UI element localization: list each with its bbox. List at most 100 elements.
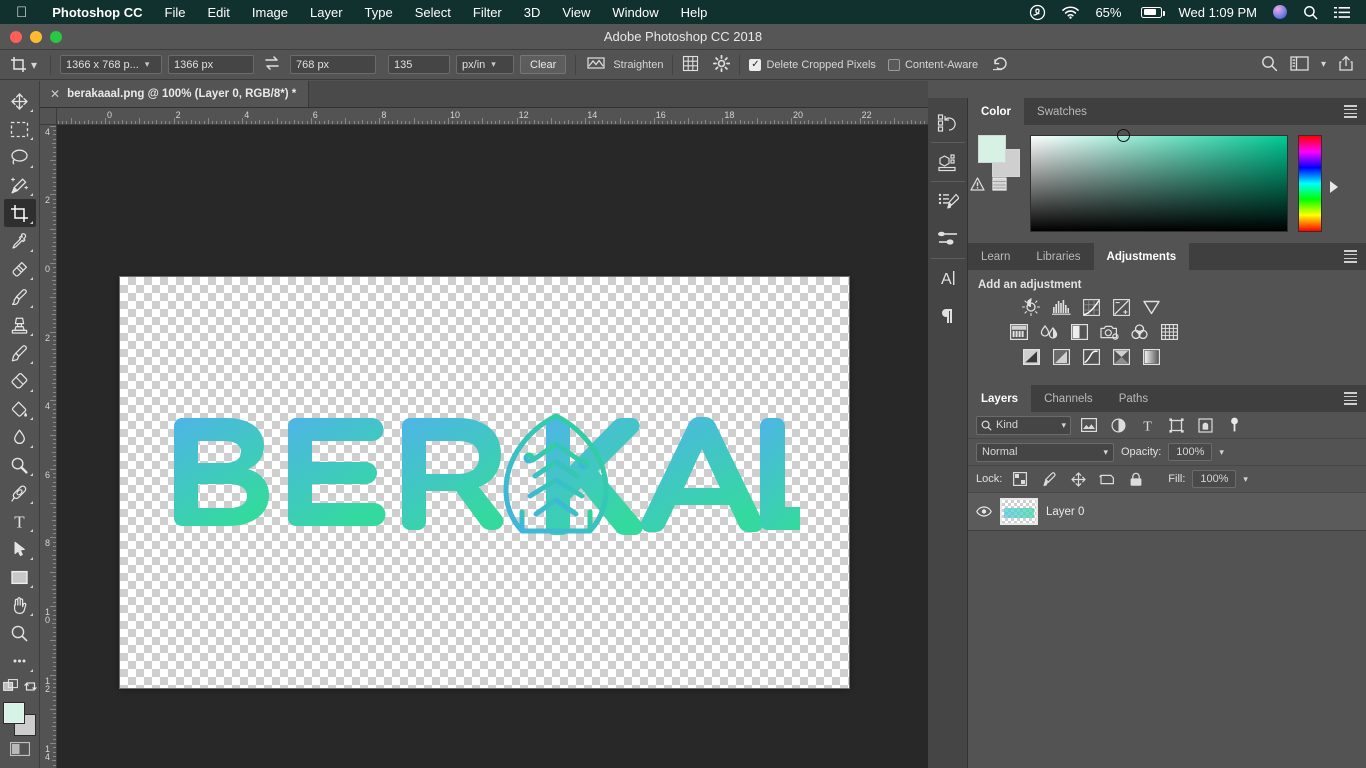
resolution-unit-select[interactable]: px/in ▾ [456,55,514,74]
clone-stamp-tool[interactable] [4,311,36,339]
swap-arrows-icon[interactable] [260,56,284,73]
web-safe-icon[interactable] [992,177,1007,194]
gamut-warning-icon[interactable] [970,177,985,194]
properties-panel-icon[interactable] [931,143,965,181]
zoom-button[interactable] [50,31,62,43]
quick-mask-toggle[interactable] [10,742,30,759]
tab-color[interactable]: Color [968,98,1024,125]
lock-artboard-icon[interactable] [1096,470,1118,489]
creative-cloud-icon[interactable] [1021,4,1054,21]
hue-slider-handle[interactable] [1330,181,1338,193]
foreground-color-chip[interactable] [3,702,25,724]
siri-icon[interactable] [1265,5,1295,19]
eraser-tool[interactable] [4,367,36,395]
menu-item-filter[interactable]: Filter [462,5,513,20]
menu-item-app-name[interactable]: Photoshop CC [41,5,153,20]
brush-settings-icon[interactable] [931,182,965,220]
fill-stepper-chevron-down-icon[interactable]: ▾ [1243,474,1248,485]
tab-channels[interactable]: Channels [1031,385,1106,412]
layer-thumbnail[interactable] [1000,498,1038,525]
menu-item-type[interactable]: Type [354,5,404,20]
menu-item-file[interactable]: File [154,5,197,20]
photo-filter-icon[interactable] [1098,322,1120,342]
straighten-icon[interactable] [585,56,607,73]
hand-tool[interactable] [4,591,36,619]
adjustment-filter-icon[interactable] [1107,416,1129,435]
tab-swatches[interactable]: Swatches [1024,98,1100,125]
levels-icon[interactable] [1050,297,1072,317]
hue-slider[interactable] [1298,135,1322,232]
crop-tool[interactable] [4,199,36,227]
tab-layers[interactable]: Layers [968,385,1031,412]
tab-paths[interactable]: Paths [1106,385,1161,412]
lock-position-icon[interactable] [1067,470,1089,489]
black-white-icon[interactable] [1068,322,1090,342]
layer-filter-kind-select[interactable]: Kind ▾ [976,416,1071,435]
lock-image-icon[interactable] [1038,470,1060,489]
eyedropper-tool[interactable] [4,227,36,255]
panel-menu-icon[interactable] [1344,105,1357,120]
channel-mixer-icon[interactable] [1128,322,1150,342]
brush-presets-icon[interactable] [931,220,965,258]
tool-preset-picker[interactable]: ▾ [6,56,41,74]
brush-tool[interactable] [4,283,36,311]
crop-ratio-preset[interactable]: 1366 x 768 p... ▾ [60,55,162,74]
opacity-input[interactable]: 100% [1168,443,1212,461]
artboard[interactable] [120,277,849,688]
swap-colors-icon[interactable] [24,680,37,696]
pen-tool[interactable] [4,479,36,507]
threshold-icon[interactable] [1080,347,1102,367]
apple-icon[interactable]:  [16,5,27,20]
dodge-tool[interactable] [4,451,36,479]
list-icon[interactable] [1326,6,1358,19]
canvas-area[interactable] [57,125,928,768]
content-aware-checkbox[interactable]: Content-Aware [888,59,978,71]
quick-mask-icon[interactable] [3,679,18,696]
path-selection-tool[interactable] [4,535,36,563]
menu-item-edit[interactable]: Edit [196,5,240,20]
tab-libraries[interactable]: Libraries [1023,243,1093,270]
straighten-label[interactable]: Straighten [613,59,663,71]
blur-tool[interactable] [4,423,36,451]
crop-height-input[interactable]: 768 px [290,55,376,74]
search-icon[interactable] [1261,55,1278,75]
menu-item-help[interactable]: Help [670,5,719,20]
smart-object-filter-icon[interactable] [1194,416,1216,435]
panel-menu-icon[interactable] [1344,392,1357,407]
color-panel-foreground-chip[interactable] [978,135,1006,163]
selective-color-icon[interactable] [1140,347,1162,367]
spot-healing-brush-tool[interactable] [4,255,36,283]
menu-item-3d[interactable]: 3D [513,5,552,20]
type-tool[interactable]: T [4,507,36,535]
gear-icon[interactable] [713,55,730,75]
workspace-icon[interactable] [1290,56,1309,74]
hue-saturation-icon[interactable] [1008,322,1030,342]
lasso-tool[interactable] [4,143,36,171]
reset-arrow-icon[interactable] [992,56,1009,74]
grid-overlay-icon[interactable] [682,55,699,75]
lock-transparency-icon[interactable] [1009,470,1031,489]
posterize-icon[interactable] [1050,347,1072,367]
list-item[interactable]: Layer 0 [968,493,1366,531]
shape-filter-icon[interactable] [1165,416,1187,435]
menu-item-select[interactable]: Select [404,5,462,20]
invert-icon[interactable] [1020,347,1042,367]
gradient-tool[interactable] [4,395,36,423]
filter-toggle-icon[interactable] [1223,416,1245,435]
vertical-ruler[interactable]: 4202468101214 [40,125,57,768]
tab-learn[interactable]: Learn [968,243,1023,270]
color-panel-swatches[interactable] [978,135,1024,175]
chevron-down-icon[interactable]: ▾ [1321,59,1326,70]
rectangular-marquee-tool[interactable] [4,115,36,143]
menu-item-window[interactable]: Window [601,5,669,20]
type-filter-icon[interactable]: T [1136,416,1158,435]
character-panel-icon[interactable]: A [931,259,965,297]
crop-resolution-input[interactable]: 135 [388,55,450,74]
vibrance-icon[interactable] [1140,297,1162,317]
search-icon[interactable] [1295,5,1326,20]
document-tab[interactable]: ✕ berakaaal.png @ 100% (Layer 0, RGB/8*)… [40,81,309,107]
color-picker-handle[interactable] [1117,129,1130,142]
clear-button[interactable]: Clear [520,55,566,74]
exposure-icon[interactable] [1110,297,1132,317]
minimize-button[interactable] [30,31,42,43]
